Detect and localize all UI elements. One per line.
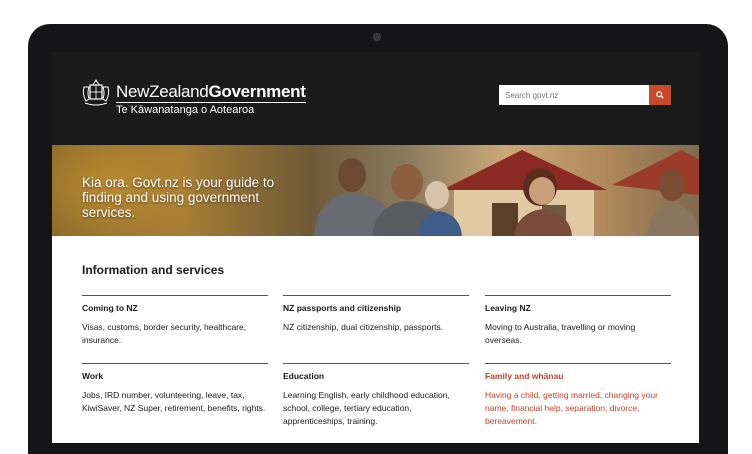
camera-icon xyxy=(373,33,381,41)
card-title[interactable]: Family and whānau xyxy=(485,364,671,381)
card-leaving-nz[interactable]: Leaving NZ Moving to Australia, travelli… xyxy=(485,295,671,347)
card-title[interactable]: Coming to NZ xyxy=(82,296,268,313)
site-title-new: New xyxy=(116,82,150,101)
card-family-whanau[interactable]: Family and whānau Having a child, gettin… xyxy=(485,363,671,428)
card-education[interactable]: Education Learning English, early childh… xyxy=(283,363,469,428)
card-coming-to-nz[interactable]: Coming to NZ Visas, customs, border secu… xyxy=(82,295,268,347)
card-description: Visas, customs, border security, healthc… xyxy=(82,322,247,345)
site-header: NewZealandGovernment Te Kāwanatanga o Ao… xyxy=(52,52,699,145)
browser-screen: NewZealandGovernment Te Kāwanatanga o Ao… xyxy=(52,52,699,443)
hero-banner: Kia ora. Govt.nz is your guide to findin… xyxy=(52,145,699,236)
site-title[interactable]: NewZealandGovernment xyxy=(116,82,306,103)
card-title[interactable]: NZ passports and citizenship xyxy=(283,296,469,313)
site-title-government: Government xyxy=(208,82,306,101)
section-title: Information and services xyxy=(82,263,225,277)
search-button[interactable] xyxy=(649,85,671,105)
card-title[interactable]: Leaving NZ xyxy=(485,296,671,313)
card-description[interactable]: Having a child, getting married, changin… xyxy=(485,381,671,428)
card-nz-passports[interactable]: NZ passports and citizenship NZ citizens… xyxy=(283,295,469,334)
search-input[interactable] xyxy=(499,85,649,105)
card-title[interactable]: Education xyxy=(283,364,469,381)
site-title-zealand: Zealand xyxy=(149,82,209,101)
card-description: Learning English, early childhood educat… xyxy=(283,390,450,426)
card-work[interactable]: Work Jobs, IRD number, volunteering, lea… xyxy=(82,363,268,415)
card-description: NZ citizenship, dual citizenship, passpo… xyxy=(283,322,444,332)
card-description: Moving to Australia, travelling or movin… xyxy=(485,322,636,345)
site-subtitle: Te Kāwanatanga o Aotearoa xyxy=(116,104,255,116)
search-box xyxy=(499,85,671,105)
hero-text: Kia ora. Govt.nz is your guide to findin… xyxy=(82,175,275,220)
search-icon xyxy=(656,91,664,99)
card-title[interactable]: Work xyxy=(82,364,268,381)
coat-of-arms-icon[interactable] xyxy=(81,79,111,107)
card-description: Jobs, IRD number, volunteering, leave, t… xyxy=(82,390,266,413)
